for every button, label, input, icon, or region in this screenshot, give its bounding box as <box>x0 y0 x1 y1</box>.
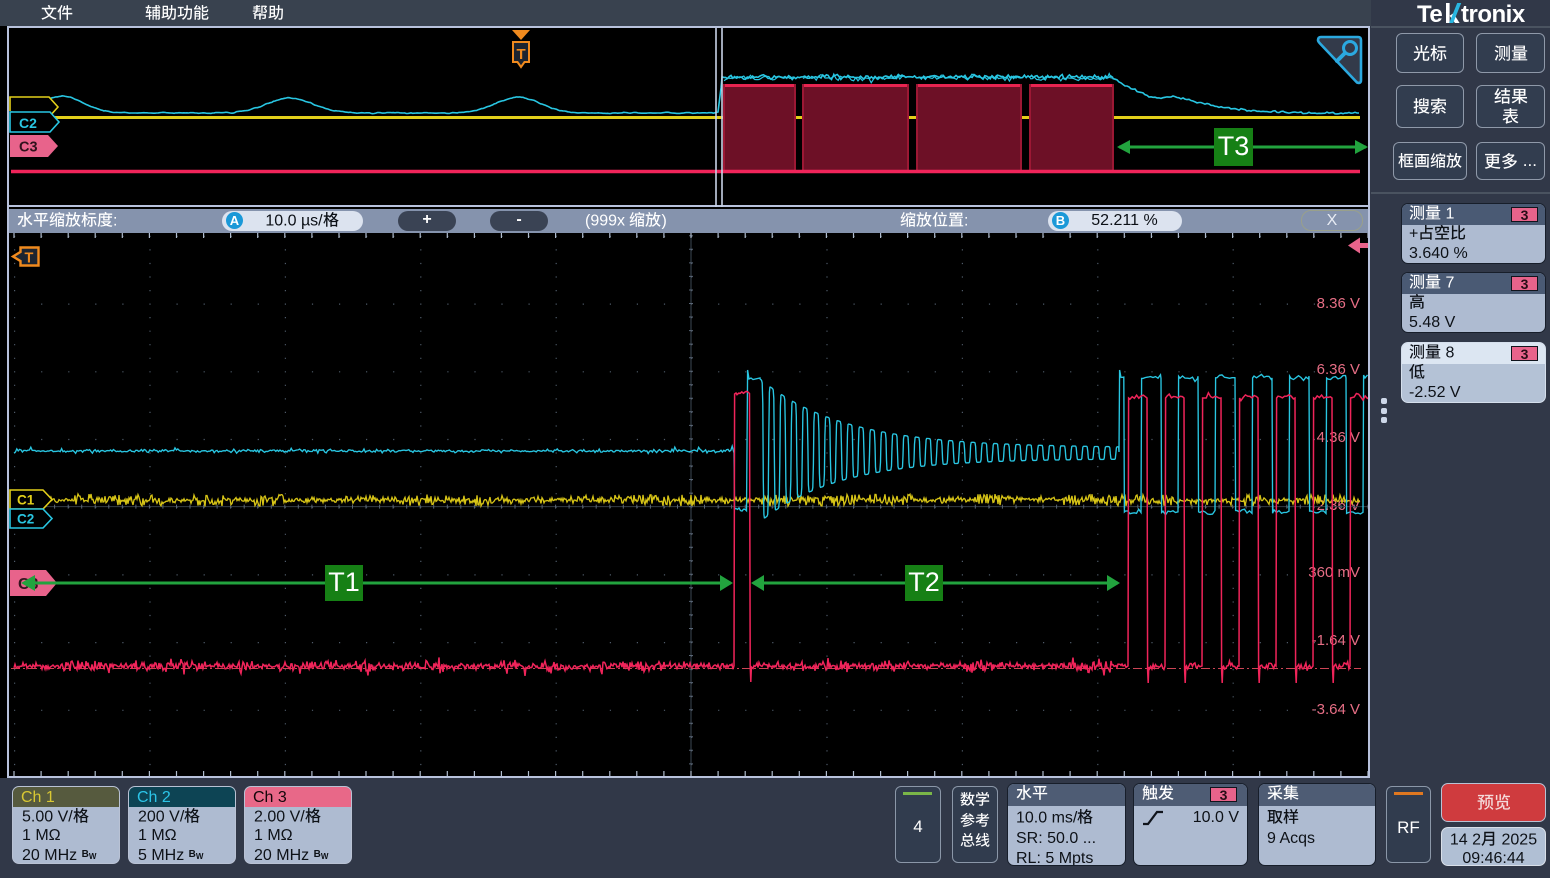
svg-text:T: T <box>25 251 34 267</box>
svg-text:C3: C3 <box>19 140 38 156</box>
svg-text:C2: C2 <box>17 512 34 527</box>
svg-text:C2: C2 <box>19 115 37 131</box>
svg-text:T: T <box>517 46 526 63</box>
svg-text:C1: C1 <box>17 493 35 508</box>
